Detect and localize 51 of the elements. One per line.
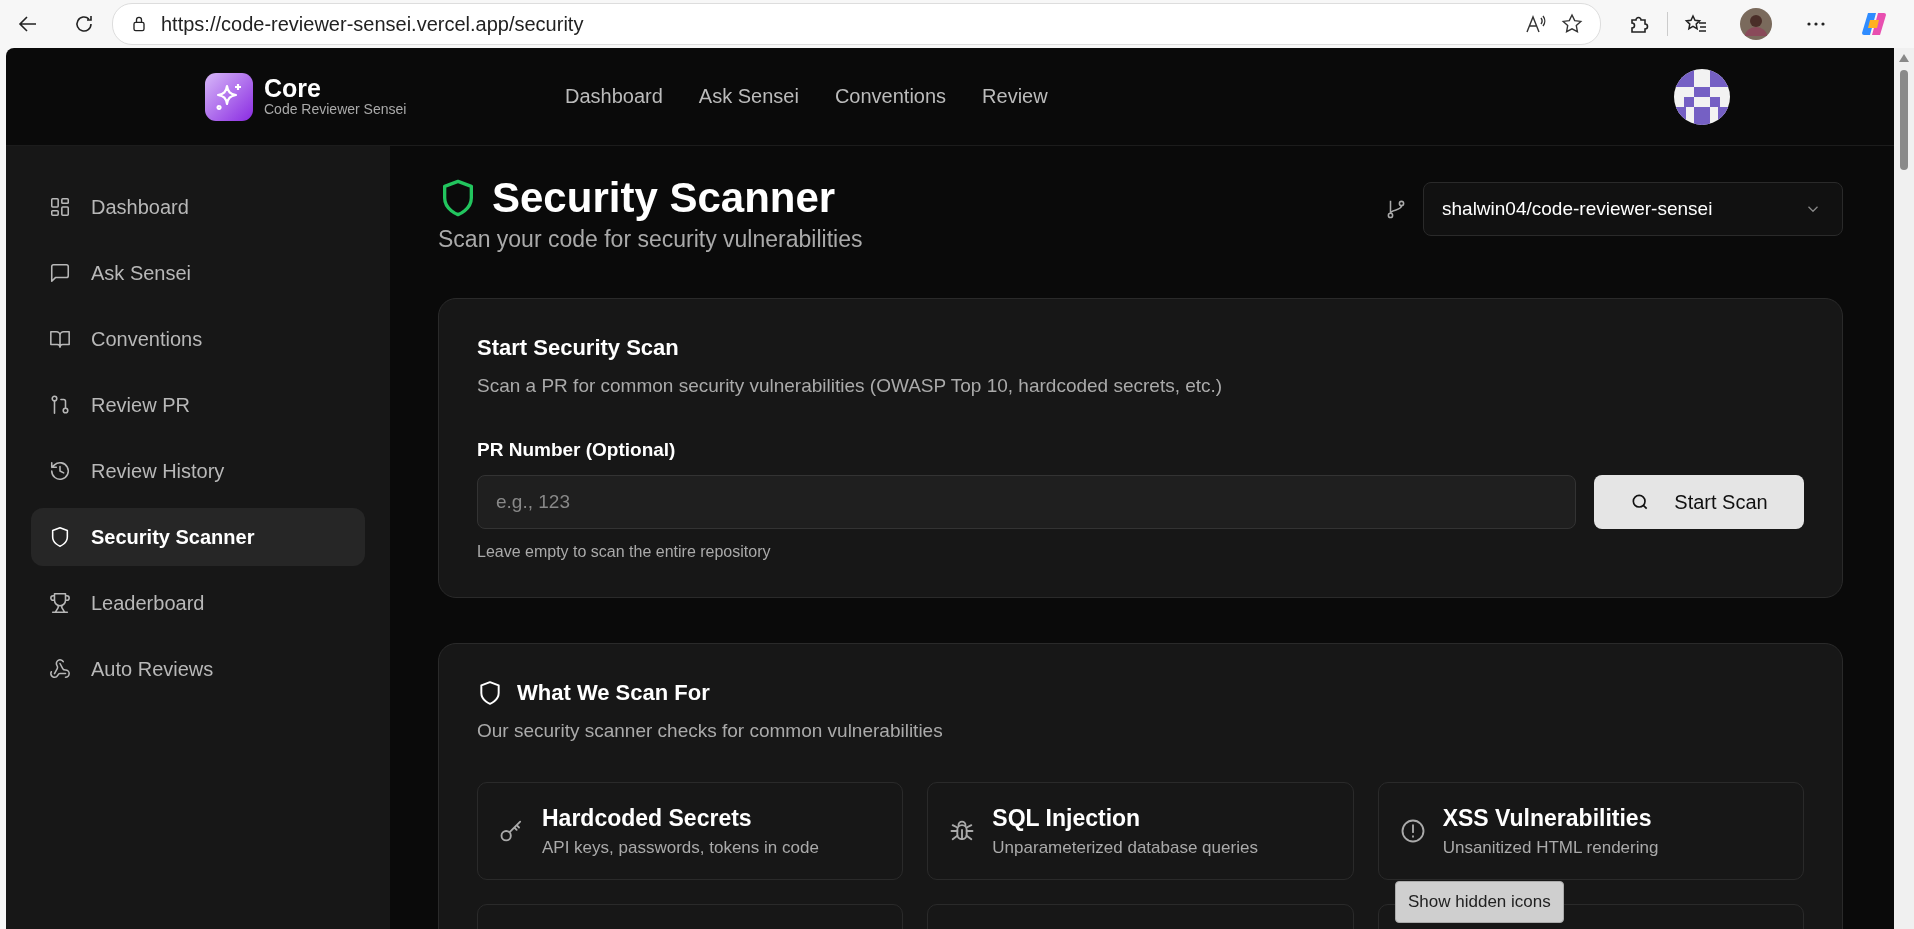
nav-link[interactable]: Conventions (834, 85, 947, 108)
scroll-up-icon[interactable] (1899, 54, 1909, 62)
card-description: Our security scanner checks for common vulnerabilities (477, 720, 944, 742)
sidebar-item[interactable]: Dashboard (31, 178, 365, 236)
sparkle-logo-icon[interactable] (205, 72, 253, 121)
shield-icon (49, 526, 71, 548)
page-title: Security Scanner (492, 174, 836, 222)
feature-title: Hardcoded Secrets (542, 804, 753, 832)
card-description: Scan a PR for common security vulnerabilities (OWASP Top 10, hardcoded secrets, etc.) (477, 375, 1224, 397)
profile-avatar[interactable] (1740, 8, 1772, 40)
pull-icon (49, 394, 71, 416)
copilot-icon[interactable] (1860, 10, 1888, 38)
nav-link[interactable]: Dashboard (565, 85, 663, 108)
start-scan-button[interactable]: Start Scan (1594, 475, 1804, 529)
sidebar-item[interactable]: Conventions (31, 310, 365, 368)
scrollbar[interactable] (1894, 48, 1914, 929)
address-bar[interactable]: https://code-reviewer-sensei.vercel.app/security (112, 3, 1601, 45)
sidebar-item[interactable]: Auto Reviews (31, 640, 365, 698)
sidebar-item[interactable]: Review History (31, 442, 365, 500)
page-subtitle: Scan your code for security vulnerabilities (438, 226, 863, 253)
card-title: What We Scan For (517, 680, 710, 706)
nav-link[interactable]: Ask Sensei (698, 85, 799, 108)
feature-description: Unparameterized database queries (992, 837, 1258, 858)
history-icon (49, 460, 71, 482)
tooltip: Show hidden icons (1395, 881, 1564, 923)
shield-icon (477, 680, 503, 706)
sidebar-item[interactable]: Review PR (31, 376, 365, 434)
feature-title: SQL Injection (992, 804, 1142, 832)
branch-icon (1385, 198, 1407, 220)
app-name: Core (264, 76, 322, 101)
star-icon[interactable] (1560, 12, 1584, 36)
nav-link[interactable]: Review (982, 85, 1048, 108)
scrollbar-thumb[interactable] (1900, 70, 1908, 170)
user-avatar[interactable] (1674, 68, 1730, 125)
field-hint: Leave empty to scan the entire repository (477, 543, 772, 561)
sidebar-item[interactable]: Leaderboard (31, 574, 365, 632)
app-subtitle: Code Reviewer Sensei (264, 101, 407, 117)
webhook-icon (49, 658, 71, 680)
card-title: Start Security Scan (477, 335, 680, 361)
pr-number-field[interactable]: e.g., 123 (477, 475, 1576, 529)
repository-dropdown[interactable]: shalwin04/code-reviewer-sensei (1423, 182, 1843, 236)
book-icon (49, 328, 71, 350)
sidebar-item[interactable]: Ask Sensei (31, 244, 365, 302)
feature-title: XSS Vulnerabilities (1442, 804, 1653, 832)
feature-description: Unsanitized HTML rendering (1442, 837, 1659, 858)
grid-icon (49, 196, 71, 218)
trophy-icon (49, 592, 71, 614)
sidebar-item[interactable]: Security Scanner (31, 508, 365, 566)
field-label: PR Number (Optional) (477, 439, 677, 461)
chat-icon (49, 262, 71, 284)
feature-description: API keys, passwords, tokens in code (542, 837, 819, 858)
